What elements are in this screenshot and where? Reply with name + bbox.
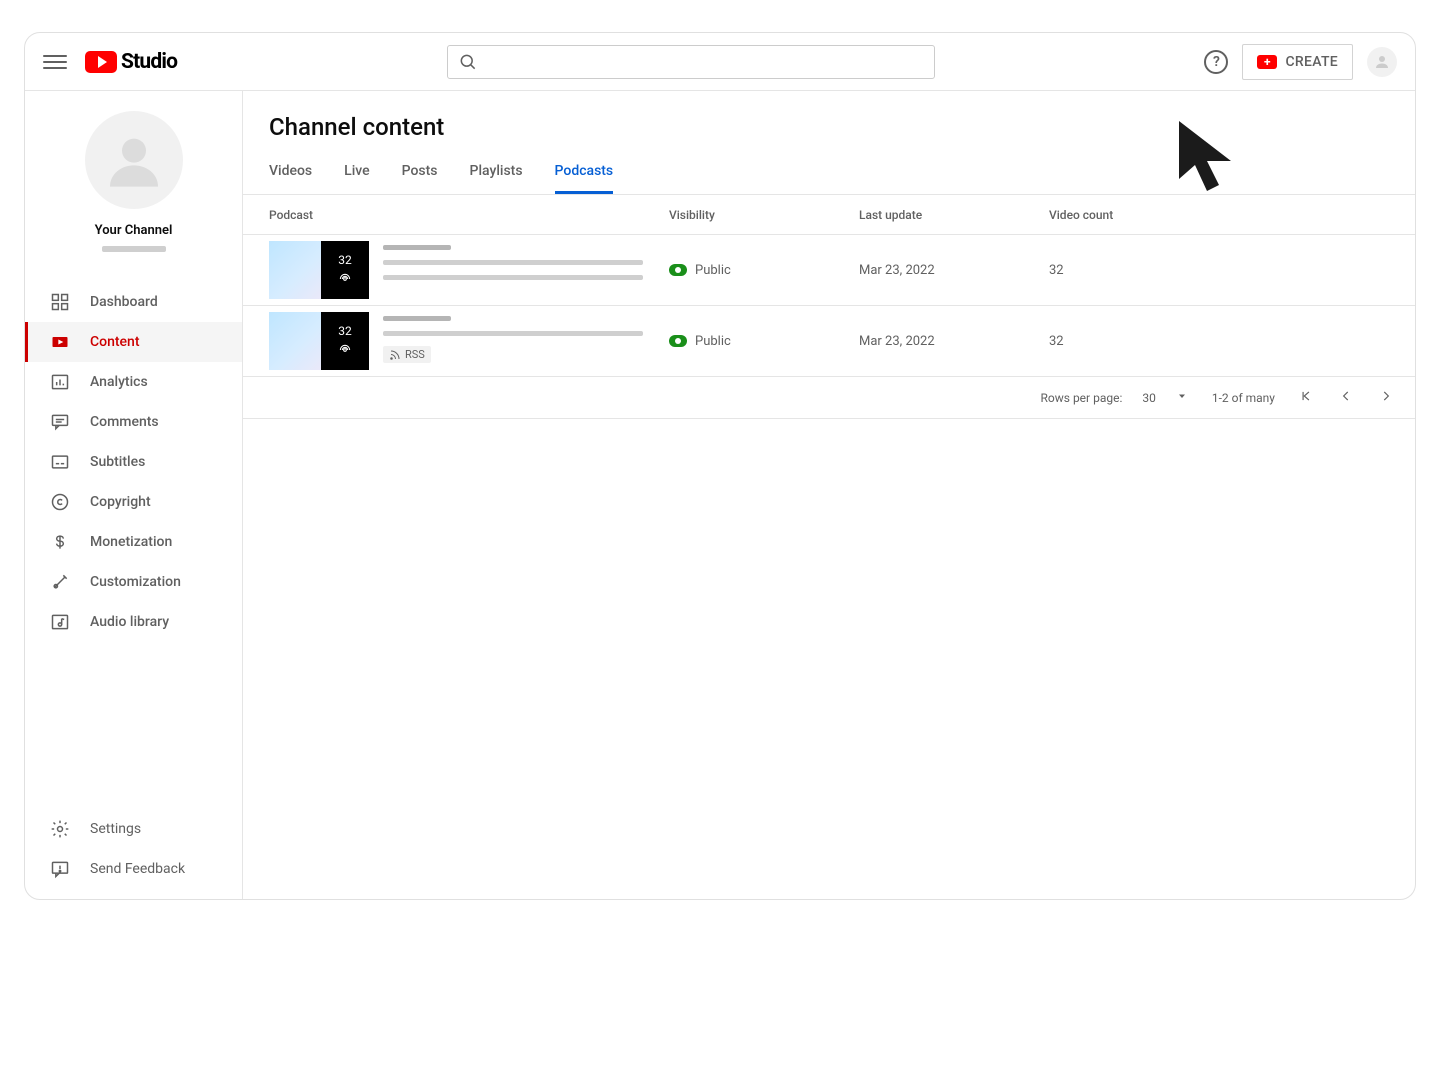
nav-label: Dashboard bbox=[90, 294, 158, 310]
nav-subtitles[interactable]: Subtitles bbox=[25, 442, 242, 482]
nav-copyright[interactable]: Copyright bbox=[25, 482, 242, 522]
content-icon bbox=[50, 332, 70, 352]
last-update-value: Mar 23, 2022 bbox=[859, 263, 1049, 278]
nav-audio-library[interactable]: Audio library bbox=[25, 602, 242, 642]
tab-posts[interactable]: Posts bbox=[402, 149, 438, 194]
comments-icon bbox=[50, 412, 70, 432]
nav-label: Analytics bbox=[90, 374, 148, 390]
rows-per-page-select[interactable]: 30 bbox=[1142, 390, 1188, 405]
main-content: Channel content Videos Live Posts Playli… bbox=[243, 91, 1415, 899]
channel-avatar[interactable] bbox=[85, 111, 183, 209]
studio-logo[interactable]: Studio bbox=[85, 50, 177, 74]
account-avatar[interactable] bbox=[1367, 47, 1397, 77]
pagination-range: 1-2 of many bbox=[1212, 391, 1275, 405]
nav-comments[interactable]: Comments bbox=[25, 402, 242, 442]
nav-content[interactable]: Content bbox=[25, 322, 242, 362]
analytics-icon bbox=[50, 372, 70, 392]
search-box[interactable] bbox=[447, 45, 935, 79]
nav-settings[interactable]: Settings bbox=[25, 809, 242, 849]
visibility-value: Public bbox=[695, 263, 731, 278]
search-icon bbox=[458, 52, 478, 72]
create-video-icon bbox=[1257, 55, 1277, 69]
sidebar: Your Channel Dashboard Content Analytics bbox=[25, 91, 243, 899]
nav-label: Copyright bbox=[90, 494, 151, 510]
visibility-value: Public bbox=[695, 334, 731, 349]
first-page-button[interactable] bbox=[1299, 389, 1313, 406]
youtube-play-icon bbox=[85, 51, 117, 73]
episode-count: 32 bbox=[338, 324, 352, 338]
sidebar-bottom: Settings Send Feedback bbox=[25, 809, 242, 899]
col-podcast: Podcast bbox=[269, 208, 669, 222]
nav-label: Send Feedback bbox=[90, 861, 185, 877]
subtitles-icon bbox=[50, 452, 70, 472]
monetization-icon bbox=[50, 532, 70, 552]
customization-icon bbox=[50, 572, 70, 592]
table-header: Podcast Visibility Last update Video cou… bbox=[243, 195, 1415, 235]
rows-per-page-label: Rows per page: bbox=[1041, 391, 1123, 405]
tab-podcasts[interactable]: Podcasts bbox=[555, 149, 614, 194]
podcast-icon bbox=[337, 271, 353, 287]
next-page-button[interactable] bbox=[1379, 389, 1393, 406]
thumbnail-overlay: 32 bbox=[321, 241, 369, 299]
nav-label: Comments bbox=[90, 414, 159, 430]
visibility-public-icon bbox=[669, 264, 687, 276]
last-update-value: Mar 23, 2022 bbox=[859, 334, 1049, 349]
tab-live[interactable]: Live bbox=[344, 149, 369, 194]
pagination: Rows per page: 30 1-2 of many bbox=[243, 377, 1415, 419]
app-header: Studio ? CREATE bbox=[25, 33, 1415, 91]
nav-monetization[interactable]: Monetization bbox=[25, 522, 242, 562]
episode-count: 32 bbox=[338, 253, 352, 267]
channel-name: Your Channel bbox=[95, 223, 173, 238]
video-count-value: 32 bbox=[1049, 263, 1389, 278]
col-video-count: Video count bbox=[1049, 208, 1389, 222]
nav-label: Subtitles bbox=[90, 454, 145, 470]
page-title: Channel content bbox=[243, 91, 1415, 149]
help-icon[interactable]: ? bbox=[1204, 50, 1228, 74]
thumbnail-overlay: 32 bbox=[321, 312, 369, 370]
nav-label: Content bbox=[90, 334, 140, 350]
channel-sub-placeholder bbox=[102, 246, 166, 252]
create-button-label: CREATE bbox=[1285, 54, 1338, 70]
podcast-thumbnail: 32 bbox=[269, 312, 369, 370]
menu-icon[interactable] bbox=[43, 50, 67, 74]
podcast-title-placeholder: RSS bbox=[383, 312, 643, 363]
video-count-value: 32 bbox=[1049, 334, 1389, 349]
create-button[interactable]: CREATE bbox=[1242, 44, 1353, 80]
podcast-title-placeholder bbox=[383, 241, 643, 280]
rss-icon bbox=[389, 349, 401, 361]
sidebar-nav: Dashboard Content Analytics Comments Sub… bbox=[25, 282, 242, 642]
prev-page-button[interactable] bbox=[1339, 389, 1353, 406]
table-row[interactable]: 32 Public Mar 23, 2022 32 bbox=[243, 235, 1415, 306]
tab-playlists[interactable]: Playlists bbox=[470, 149, 523, 194]
visibility-public-icon bbox=[669, 335, 687, 347]
feedback-icon bbox=[50, 859, 70, 879]
nav-dashboard[interactable]: Dashboard bbox=[25, 282, 242, 322]
rss-badge: RSS bbox=[383, 346, 431, 363]
podcast-thumbnail: 32 bbox=[269, 241, 369, 299]
tab-videos[interactable]: Videos bbox=[269, 149, 312, 194]
nav-analytics[interactable]: Analytics bbox=[25, 362, 242, 402]
rows-per-page-value: 30 bbox=[1142, 391, 1156, 405]
sidebar-profile: Your Channel bbox=[25, 91, 242, 272]
settings-icon bbox=[50, 819, 70, 839]
nav-label: Audio library bbox=[90, 614, 169, 630]
col-visibility: Visibility bbox=[669, 208, 859, 222]
nav-send-feedback[interactable]: Send Feedback bbox=[25, 849, 242, 889]
nav-label: Customization bbox=[90, 574, 181, 590]
copyright-icon bbox=[50, 492, 70, 512]
audio-library-icon bbox=[50, 612, 70, 632]
chevron-down-icon bbox=[1176, 390, 1188, 405]
nav-customization[interactable]: Customization bbox=[25, 562, 242, 602]
dashboard-icon bbox=[50, 292, 70, 312]
nav-label: Monetization bbox=[90, 534, 172, 550]
table-row[interactable]: 32 RSS Public M bbox=[243, 306, 1415, 377]
search-input[interactable] bbox=[488, 54, 924, 70]
col-last-update: Last update bbox=[859, 208, 1049, 222]
nav-label: Settings bbox=[90, 821, 141, 837]
podcast-icon bbox=[337, 342, 353, 358]
content-tabs: Videos Live Posts Playlists Podcasts bbox=[243, 149, 1415, 195]
logo-text: Studio bbox=[121, 50, 177, 74]
